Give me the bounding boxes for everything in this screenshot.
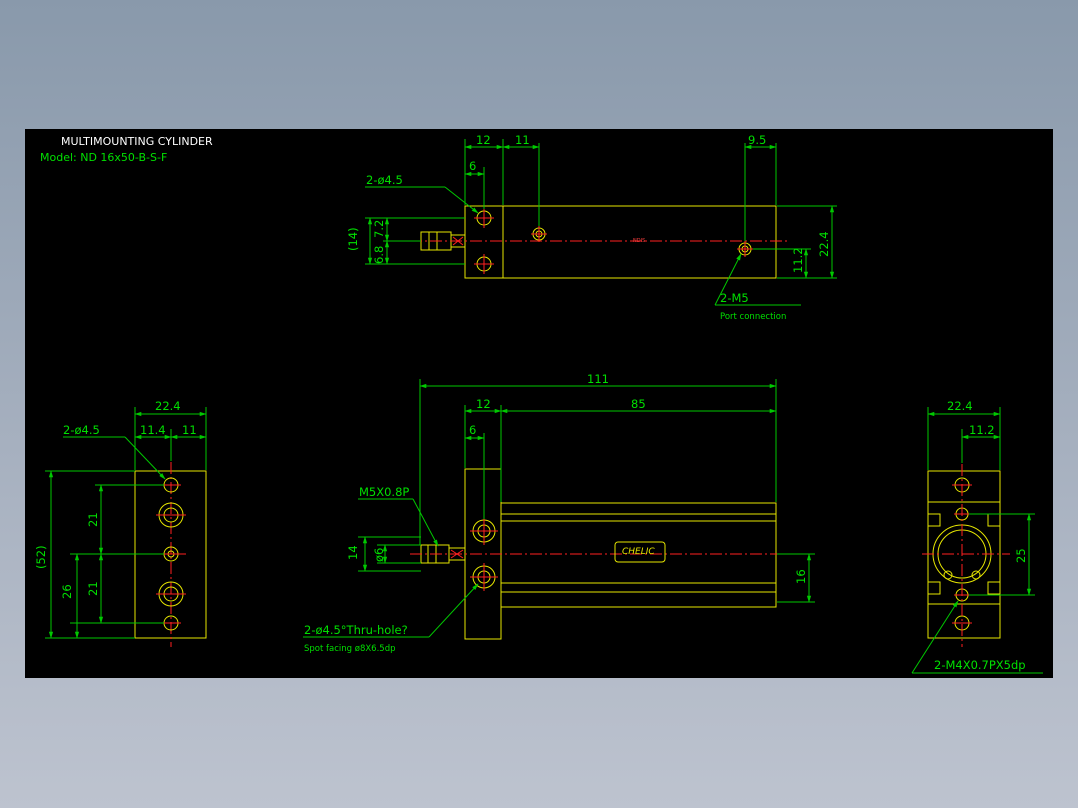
top-dim-9-5: 9.5 (748, 133, 766, 147)
top-dim-6: 6 (469, 159, 476, 173)
left-hole-label: 2-ø4.5 (63, 423, 100, 437)
front-dim-16: 16 (794, 569, 808, 584)
top-dim-11-2: 11.2 (791, 247, 805, 273)
left-view: 22.4 11.4 11 2-ø4.5 (52) 26 21 21 (34, 399, 207, 647)
brand-label: CHELIC (622, 547, 655, 557)
left-dim-11: 11 (182, 423, 197, 437)
right-thread-label: 2-M4X0.7PX5dp (934, 658, 1026, 672)
left-dim-52: (52) (34, 545, 48, 569)
left-dim-11-4: 11.4 (140, 423, 166, 437)
right-dim-25: 25 (1014, 548, 1028, 563)
left-dim-21-upper: 21 (86, 512, 100, 527)
front-dim-phi6: ø6 (372, 548, 386, 562)
front-dim-111: 111 (587, 372, 609, 386)
top-dim-6-8: 6.8 (372, 246, 386, 264)
top-dim-12: 12 (476, 133, 491, 147)
svg-text:NDIS: NDIS (633, 238, 645, 244)
top-hole-label: 2-ø4.5 (366, 173, 403, 187)
top-dim-11: 11 (515, 133, 530, 147)
front-dim-85: 85 (631, 397, 646, 411)
port-label: 2-M5 (720, 291, 749, 305)
right-view-body (927, 501, 1001, 605)
top-dim-7-2: 7.2 (372, 220, 386, 238)
front-dim-12: 12 (476, 397, 491, 411)
front-dim-6: 6 (469, 423, 476, 437)
cad-viewport[interactable]: MULTIMOUNTING CYLINDER Model: ND 16x50-B… (25, 129, 1053, 678)
right-dim-11-2: 11.2 (969, 423, 995, 437)
port-sub-label: Port connection (720, 312, 786, 322)
left-dim-21-lower: 21 (86, 581, 100, 596)
left-dim-26: 26 (60, 584, 74, 599)
model-label: Model: ND 16x50-B-S-F (40, 151, 167, 164)
drawing-title: MULTIMOUNTING CYLINDER (61, 135, 213, 148)
front-hole-label: 2-ø4.5°Thru-hole? (304, 623, 408, 637)
cad-drawing: MULTIMOUNTING CYLINDER Model: ND 16x50-B… (34, 133, 1043, 674)
right-dim-22-4: 22.4 (947, 399, 973, 413)
top-view: NDIS 12 11 9.5 6 2-ø4.5 (14) 7.2 6.8 22.… (346, 133, 837, 322)
spot-facing-label: Spot facing ø8X6.5dp (304, 644, 396, 654)
top-dim-22-4: 22.4 (817, 231, 831, 257)
right-view: 22.4 11.2 25 2-M4X0.7PX5dp (911, 399, 1043, 674)
top-dim-14: (14) (346, 227, 360, 251)
front-dim-14: 14 (346, 545, 360, 560)
left-dim-22-4: 22.4 (155, 399, 181, 413)
front-view: CHELIC 111 12 85 6 M5X0.8P 14 ø6 16 2-ø4… (303, 372, 815, 654)
front-thread-label: M5X0.8P (359, 485, 409, 499)
